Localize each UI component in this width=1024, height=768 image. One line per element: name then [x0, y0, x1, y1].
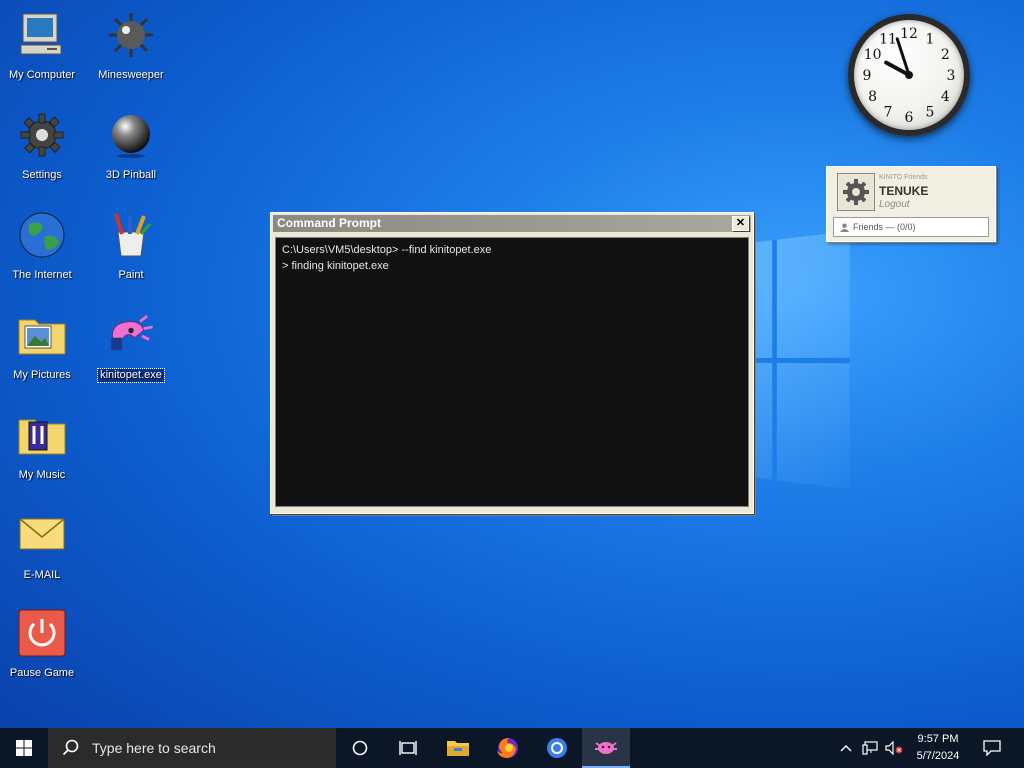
volume-button[interactable] — [882, 728, 906, 768]
envelope-icon — [15, 508, 69, 562]
desktop-icon-label: 3D Pinball — [104, 169, 158, 182]
avatar-gear-icon — [841, 177, 871, 207]
friends-count-label: Friends — (0/0) — [853, 222, 916, 232]
desktop-icon-label: My Computer — [7, 69, 77, 82]
desktop-icon-label: Minesweeper — [96, 69, 165, 82]
kinitopet-taskbar-button[interactable] — [582, 728, 630, 768]
task-view-icon — [399, 740, 417, 756]
clock-face: 12 12 3 45678 9 1011 — [854, 20, 964, 130]
friends-widget: KINITO Friends TENUKE Logout Friends — (… — [826, 166, 996, 242]
desktop-icon-label: E-MAIL — [22, 569, 63, 582]
power-icon — [15, 606, 69, 660]
desktop-icon-the-internet[interactable]: The Internet — [2, 208, 82, 283]
desktop-icon-label: My Music — [17, 469, 67, 482]
pinball-icon — [104, 108, 158, 162]
avatar[interactable] — [837, 173, 875, 211]
command-prompt-window[interactable]: Command Prompt ✕ C:\Users\VM5\desktop> -… — [270, 212, 754, 514]
terminal-output[interactable]: C:\Users\VM5\desktop> --find kinitopet.e… — [275, 237, 749, 507]
notification-icon — [983, 740, 1001, 756]
desktop-icon-label: The Internet — [10, 269, 73, 282]
desktop-icon-settings[interactable]: Settings — [2, 108, 82, 183]
clock-numeral: 7 — [884, 104, 893, 120]
window-title-bar[interactable]: Command Prompt — [273, 215, 751, 232]
terminal-line: > finding kinitopet.exe — [282, 258, 742, 274]
window-title: Command Prompt — [277, 216, 381, 230]
network-button[interactable] — [858, 728, 882, 768]
folder-pictures-icon — [15, 308, 69, 362]
clock-button[interactable]: 9:57 PM 5/7/2024 — [908, 731, 968, 765]
kinitopet-taskbar-icon — [593, 737, 619, 757]
clock-numeral: 10 — [864, 47, 882, 63]
mine-icon — [104, 8, 158, 62]
clock-numeral: 4 — [941, 89, 950, 105]
kinitopet-icon — [104, 308, 158, 362]
task-view-button[interactable] — [384, 728, 432, 768]
volume-muted-icon — [885, 741, 903, 755]
taskbar-date: 5/7/2024 — [908, 748, 968, 765]
desktop-icon-email[interactable]: E-MAIL — [2, 508, 82, 583]
windows-logo-icon — [16, 740, 32, 756]
desktop-icon-my-music[interactable]: My Music — [2, 408, 82, 483]
clock-numeral: 11 — [879, 32, 897, 48]
clock-numeral: 5 — [926, 104, 935, 120]
chevron-up-icon — [840, 744, 852, 752]
logout-link[interactable]: Logout — [879, 199, 910, 210]
folder-icon — [446, 738, 470, 758]
desktop-icon-pause-game[interactable]: Pause Game — [2, 606, 82, 681]
computer-icon — [15, 8, 69, 62]
search-placeholder: Type here to search — [92, 740, 216, 756]
clock-numeral: 9 — [863, 68, 872, 84]
clock-numeral: 8 — [868, 89, 877, 105]
cortana-circle-icon — [352, 740, 368, 756]
show-hidden-icons-button[interactable] — [834, 728, 858, 768]
desktop-icon-label: kinitopet.exe — [98, 369, 164, 382]
desktop-icon-label: Pause Game — [8, 667, 76, 680]
clock-numeral: 1 — [926, 32, 935, 48]
chrome-icon — [545, 736, 569, 760]
desktop-icon-label: My Pictures — [11, 369, 72, 382]
person-icon — [840, 223, 849, 232]
clock-numeral: 2 — [941, 47, 950, 63]
desktop-icon-my-pictures[interactable]: My Pictures — [2, 308, 82, 383]
paint-icon — [104, 208, 158, 262]
desktop-icon-label: Settings — [20, 169, 64, 182]
friends-list-button[interactable]: Friends — (0/0) — [833, 217, 989, 237]
desktop-icon-paint[interactable]: Paint — [91, 208, 171, 283]
clock-center — [905, 71, 913, 79]
desktop-icon-minesweeper[interactable]: Minesweeper — [91, 8, 171, 83]
start-button[interactable] — [0, 728, 48, 768]
notifications-button[interactable] — [970, 728, 1014, 768]
friends-brand: KINITO Friends — [879, 174, 928, 181]
taskbar-time: 9:57 PM — [908, 731, 968, 748]
taskbar: Type here to search 9:57 PM 5/7/2024 — [0, 728, 1024, 768]
close-button[interactable]: ✕ — [732, 216, 749, 231]
folder-music-icon — [15, 408, 69, 462]
chrome-button[interactable] — [533, 728, 581, 768]
file-explorer-button[interactable] — [434, 728, 482, 768]
gear-icon — [15, 108, 69, 162]
desktop-icon-kinitopet[interactable]: kinitopet.exe — [91, 308, 171, 383]
globe-icon — [15, 208, 69, 262]
friends-username: TENUKE — [879, 184, 928, 198]
search-icon — [62, 739, 80, 757]
search-box[interactable]: Type here to search — [48, 728, 336, 768]
firefox-button[interactable] — [484, 728, 532, 768]
desktop-icon-label: Paint — [116, 269, 145, 282]
cortana-button[interactable] — [336, 728, 384, 768]
network-icon — [862, 741, 878, 755]
terminal-line: C:\Users\VM5\desktop> --find kinitopet.e… — [282, 242, 742, 258]
clock-numeral: 12 — [900, 26, 918, 42]
desktop-icon-my-computer[interactable]: My Computer — [2, 8, 82, 83]
clock-numeral: 3 — [947, 68, 956, 84]
clock-numeral: 6 — [905, 110, 914, 126]
desktop-icon-3d-pinball[interactable]: 3D Pinball — [91, 108, 171, 183]
analog-clock: 12 1 2 3 4 5 6 7 8 9 10 11 — [848, 14, 970, 136]
firefox-icon — [496, 736, 520, 760]
